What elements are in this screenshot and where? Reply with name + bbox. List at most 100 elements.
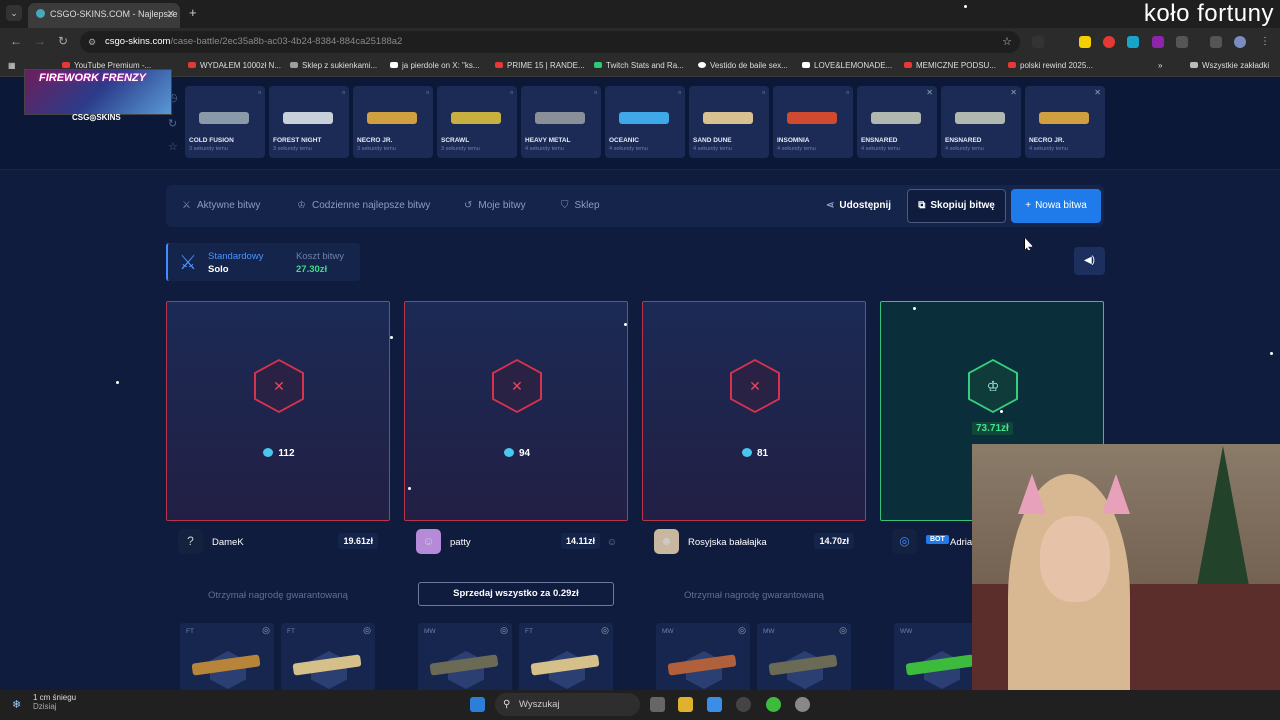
start-windows-icon[interactable] bbox=[470, 697, 485, 712]
extension-icon[interactable] bbox=[1152, 36, 1164, 48]
nav-my-battles[interactable]: ↺ Moje bitwy bbox=[464, 200, 526, 211]
weapon-image bbox=[703, 112, 753, 124]
won-item[interactable]: FT ◎ bbox=[519, 623, 613, 693]
won-item[interactable]: MW ◎ bbox=[656, 623, 750, 693]
feed-skin-card[interactable]: ▫ HEAVY METAL 4 sekundy temu bbox=[521, 86, 601, 158]
won-item[interactable]: MW ◎ bbox=[418, 623, 512, 693]
bookmark-item[interactable]: polski rewind 2025... bbox=[1008, 61, 1093, 70]
back-icon[interactable]: ← bbox=[10, 34, 22, 48]
feed-skin-card[interactable]: ✕ ENSNARED 4 sekundy temu bbox=[857, 86, 937, 158]
points: 94 bbox=[405, 448, 629, 459]
weapon-image bbox=[955, 112, 1005, 124]
new-battle-button[interactable]: + Nowa bitwa bbox=[1011, 189, 1101, 223]
plus-icon: + bbox=[1025, 200, 1032, 211]
sell-all-button[interactable]: Sprzedaj wszystko za 0.29zł bbox=[418, 582, 614, 606]
bookmark-item[interactable]: Sklep z sukienkami... bbox=[290, 61, 377, 70]
close-icon: ✕ bbox=[1094, 88, 1101, 97]
windows-taskbar: ❄ 1 cm śniegu Dzisiaj ⚲ Wyszukaj bbox=[0, 690, 1280, 720]
file-explorer-icon[interactable] bbox=[678, 697, 693, 712]
bookmark-item[interactable]: Vestido de baile sex... bbox=[698, 61, 788, 70]
snow-weather-icon[interactable]: ❄ bbox=[12, 698, 21, 711]
weather-widget[interactable]: 1 cm śniegu Dzisiaj bbox=[33, 693, 76, 711]
extensions-puzzle-icon[interactable] bbox=[1176, 36, 1188, 48]
avatar[interactable]: ☺ bbox=[416, 529, 441, 554]
apps-icon[interactable]: ▦ bbox=[8, 61, 16, 70]
snowflake bbox=[408, 487, 411, 490]
bookmark-item[interactable]: PRIME 15 | RANDE... bbox=[495, 61, 585, 70]
won-item[interactable]: FT ◎ bbox=[180, 623, 274, 693]
drop-time: 4 sekundy temu bbox=[1029, 146, 1068, 152]
lose-hexagon: ✕ bbox=[730, 359, 780, 413]
address-bar[interactable]: ⚙ csgo-skins.com/case-battle/2ec35a8b-ac… bbox=[80, 31, 1020, 53]
feed-skin-card[interactable]: ▫ FOREST NIGHT 3 sekundy temu bbox=[269, 86, 349, 158]
lose-hexagon: ✕ bbox=[254, 359, 304, 413]
player-status: Otrzymał nagrodę gwarantowaną bbox=[208, 590, 348, 601]
copy-battle-button[interactable]: ⧉ Skopiuj bitwę bbox=[907, 189, 1006, 223]
feed-skin-card[interactable]: ▫ SAND DUNE 4 sekundy temu bbox=[689, 86, 769, 158]
tab-close-icon[interactable]: ✕ bbox=[167, 9, 175, 20]
bookmark-label: Sklep z sukienkami... bbox=[302, 61, 378, 70]
bookmark-label: Vestido de baile sex... bbox=[710, 61, 788, 70]
feed-skin-card[interactable]: ✕ ENSNARED 4 sekundy temu bbox=[941, 86, 1021, 158]
snowflake bbox=[1000, 410, 1003, 413]
all-bookmarks[interactable]: Wszystkie zakładki bbox=[1190, 61, 1269, 70]
more-bookmarks-icon[interactable]: » bbox=[1158, 61, 1162, 70]
check-icon: ◎ bbox=[738, 625, 746, 635]
sound-toggle-button[interactable]: ◀) bbox=[1074, 247, 1105, 275]
close-icon: ▫ bbox=[762, 88, 765, 97]
new-tab-icon[interactable]: + bbox=[189, 5, 197, 20]
feed-skin-card[interactable]: ▫ INSOMNIA 4 sekundy temu bbox=[773, 86, 853, 158]
player-name: DameK bbox=[212, 537, 244, 548]
feed-skin-card[interactable]: ▫ OCEANIC 4 sekundy temu bbox=[605, 86, 685, 158]
nav-active-battles[interactable]: ⚔ Aktywne bitwy bbox=[182, 200, 260, 211]
bookmark-item[interactable]: WYDAŁEM 1000zł N... bbox=[188, 61, 281, 70]
avatar[interactable]: ☻ bbox=[654, 529, 679, 554]
task-view-icon[interactable] bbox=[650, 697, 665, 712]
obs-icon[interactable] bbox=[736, 697, 751, 712]
check-icon: ◎ bbox=[601, 625, 609, 635]
feed-star-icon[interactable]: ☆ bbox=[168, 140, 178, 153]
site-info-icon[interactable]: ⚙ bbox=[88, 31, 96, 53]
browser-menu-icon[interactable]: ⋮ bbox=[1260, 36, 1272, 48]
feed-skin-card[interactable]: ✕ NECRO JR. 4 sekundy temu bbox=[1025, 86, 1105, 158]
snowflake bbox=[913, 307, 916, 310]
player-row: ☺ patty 14.11zł ☺ bbox=[404, 529, 628, 559]
nav-shop[interactable]: ⛉ Sklep bbox=[561, 200, 600, 211]
reload-icon[interactable]: ↻ bbox=[58, 34, 68, 48]
feed-refresh-icon[interactable]: ↻ bbox=[168, 117, 177, 130]
battle-type: Solo bbox=[208, 264, 229, 275]
bookmark-star-icon[interactable]: ☆ bbox=[1002, 31, 1012, 53]
extension-icon[interactable] bbox=[1127, 36, 1139, 48]
profile-avatar[interactable] bbox=[1234, 36, 1246, 48]
skin-name: COLD FUSION bbox=[189, 137, 234, 144]
drop-time: 3 sekundy temu bbox=[441, 146, 480, 152]
tab-search-menu-icon[interactable]: ⌄ bbox=[6, 5, 22, 21]
won-item[interactable]: FT ◎ bbox=[281, 623, 375, 693]
bookmark-item[interactable]: MEMICZNE PODSU... bbox=[904, 61, 996, 70]
emoji-icon[interactable]: ☺ bbox=[607, 537, 617, 548]
feed-skin-card[interactable]: ▫ COLD FUSION 3 sekundy temu bbox=[185, 86, 265, 158]
feed-skin-card[interactable]: ▫ NECRO JR. 3 sekundy temu bbox=[353, 86, 433, 158]
forward-icon[interactable]: → bbox=[34, 34, 46, 48]
share-button[interactable]: ⋖ Udostępnij bbox=[826, 200, 891, 211]
store-icon[interactable] bbox=[707, 697, 722, 712]
extension-icon[interactable] bbox=[1079, 36, 1091, 48]
chrome-icon[interactable] bbox=[766, 697, 781, 712]
won-item[interactable]: MW ◎ bbox=[757, 623, 851, 693]
nav-daily-best[interactable]: ♔ Codzienne najlepsze bitwy bbox=[297, 200, 430, 211]
browser-tab[interactable]: CSGO-SKINS.COM - Najlepsze ✕ bbox=[28, 3, 180, 28]
bot-avatar[interactable]: ◎ bbox=[892, 529, 917, 554]
avatar[interactable]: ? bbox=[178, 529, 203, 554]
settings-icon[interactable] bbox=[795, 697, 810, 712]
bookmark-item[interactable]: ja pierdole on X: "ks... bbox=[390, 61, 480, 70]
reading-list-icon[interactable] bbox=[1210, 36, 1222, 48]
extension-icon[interactable] bbox=[1103, 36, 1115, 48]
snowflake bbox=[116, 381, 119, 384]
feed-skin-card[interactable]: ▫ SCRAWL 3 sekundy temu bbox=[437, 86, 517, 158]
battle-mode: Standardowy bbox=[208, 251, 264, 262]
taskbar-search[interactable]: ⚲ Wyszukaj bbox=[495, 693, 640, 716]
bookmark-item[interactable]: LOVE&LEMONADE... bbox=[802, 61, 892, 70]
extension-icon[interactable] bbox=[1032, 36, 1044, 48]
check-icon: ◎ bbox=[363, 625, 371, 635]
bookmark-item[interactable]: Twitch Stats and Ra... bbox=[594, 61, 684, 70]
